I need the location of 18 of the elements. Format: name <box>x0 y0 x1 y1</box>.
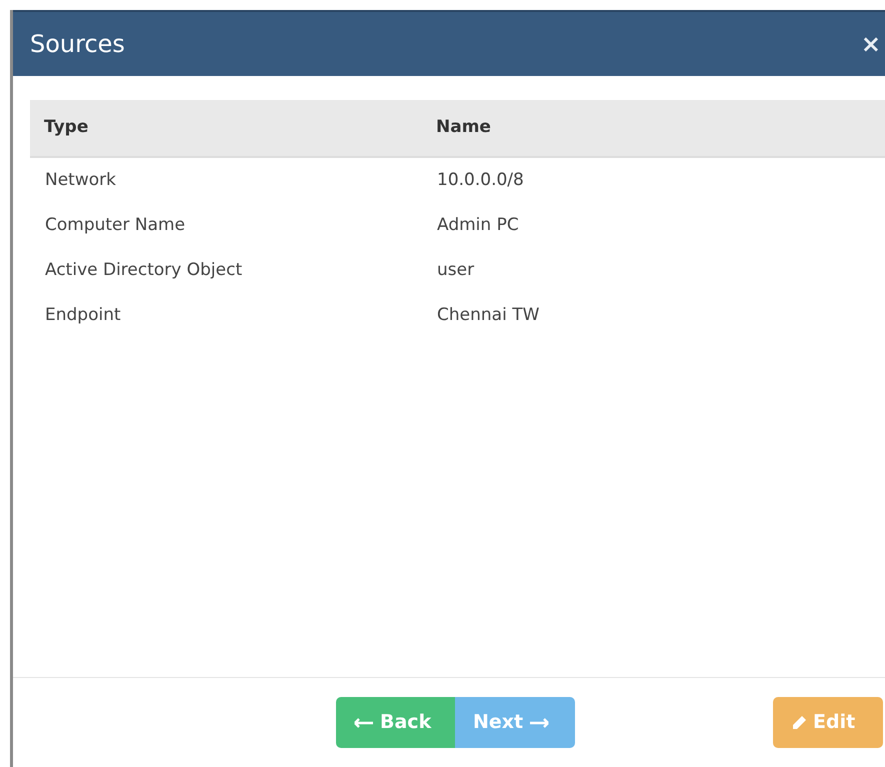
arrow-left-icon <box>354 718 374 728</box>
dialog-title: Sources <box>30 29 125 60</box>
column-header: Name <box>436 116 492 140</box>
back-button[interactable]: Back <box>336 697 455 748</box>
table-cell-text: Active Directory Object <box>45 258 244 282</box>
table-cell-text: Endpoint <box>45 304 122 327</box>
close-button[interactable]: × <box>860 32 881 56</box>
table-cell-text: 10.0.0.0/8 <box>437 168 525 192</box>
pencil-icon <box>791 714 807 730</box>
arrow-right-icon <box>529 718 550 728</box>
edit-button[interactable]: Edit <box>773 697 883 748</box>
table-cell-text: Chennai TW <box>437 304 540 327</box>
table-cell-text: Admin PC <box>437 214 520 237</box>
table-cell-text: Computer Name <box>45 214 186 237</box>
next-button[interactable]: Next <box>455 697 575 748</box>
table-cell-text: Network <box>45 168 117 192</box>
table-cell-text: user <box>437 258 476 282</box>
column-header: Type <box>44 116 90 140</box>
